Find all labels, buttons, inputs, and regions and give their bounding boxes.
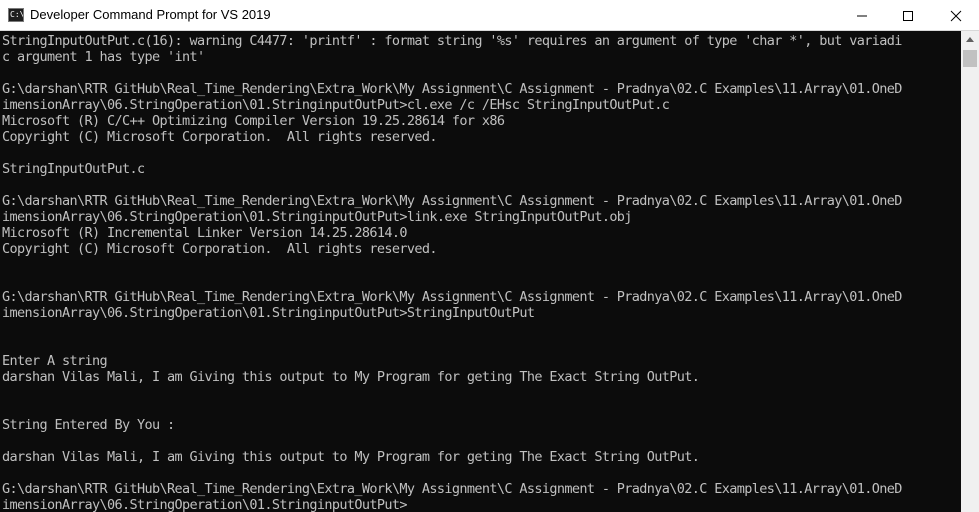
console-line: G:\darshan\RTR GitHub\Real_Time_Renderin… xyxy=(2,481,902,497)
close-button[interactable] xyxy=(933,0,979,30)
vertical-scrollbar[interactable] xyxy=(961,31,979,512)
console-line: darshan Vilas Mali, I am Giving this out… xyxy=(2,449,700,465)
maximize-icon xyxy=(903,11,913,21)
scroll-up-button[interactable] xyxy=(961,31,979,48)
console-line: StringInputOutPut.c(16): warning C4477: … xyxy=(2,33,902,49)
scroll-up-icon xyxy=(966,37,974,42)
console-line: darshan Vilas Mali, I am Giving this out… xyxy=(2,369,700,385)
console-line: G:\darshan\RTR GitHub\Real_Time_Renderin… xyxy=(2,193,902,209)
console-line: Copyright (C) Microsoft Corporation. All… xyxy=(2,129,438,145)
minimize-icon xyxy=(857,15,867,17)
maximize-button[interactable] xyxy=(885,0,931,30)
console-line: StringInputOutPut.c xyxy=(2,161,145,177)
minimize-button[interactable] xyxy=(839,0,885,30)
console-line: String Entered By You : xyxy=(2,417,175,433)
console-line: Microsoft (R) C/C++ Optimizing Compiler … xyxy=(2,113,505,129)
command-prompt-window: C:\ Developer Command Prompt for VS 2019… xyxy=(0,0,979,512)
console-line: G:\darshan\RTR GitHub\Real_Time_Renderin… xyxy=(2,289,902,305)
console-line: imensionArray\06.StringOperation\01.Stri… xyxy=(2,305,535,321)
console-line: imensionArray\06.StringOperation\01.Stri… xyxy=(2,209,632,225)
console-output[interactable]: StringInputOutPut.c(16): warning C4477: … xyxy=(0,31,961,512)
title-bar[interactable]: C:\ Developer Command Prompt for VS 2019 xyxy=(0,0,979,31)
console-icon[interactable]: C:\ xyxy=(8,8,24,22)
console-line: imensionArray\06.StringOperation\01.Stri… xyxy=(2,97,670,113)
console-line: imensionArray\06.StringOperation\01.Stri… xyxy=(2,497,408,512)
scrollbar-thumb[interactable] xyxy=(963,50,977,67)
console-line: Microsoft (R) Incremental Linker Version… xyxy=(2,225,408,241)
close-icon xyxy=(950,10,962,22)
console-line: G:\darshan\RTR GitHub\Real_Time_Renderin… xyxy=(2,81,902,97)
window-title: Developer Command Prompt for VS 2019 xyxy=(30,7,271,22)
scrollbar-track[interactable] xyxy=(961,67,979,512)
console-line: Enter A string xyxy=(2,353,108,369)
console-line: c argument 1 has type 'int' xyxy=(2,49,205,65)
console-line: Copyright (C) Microsoft Corporation. All… xyxy=(2,241,438,257)
